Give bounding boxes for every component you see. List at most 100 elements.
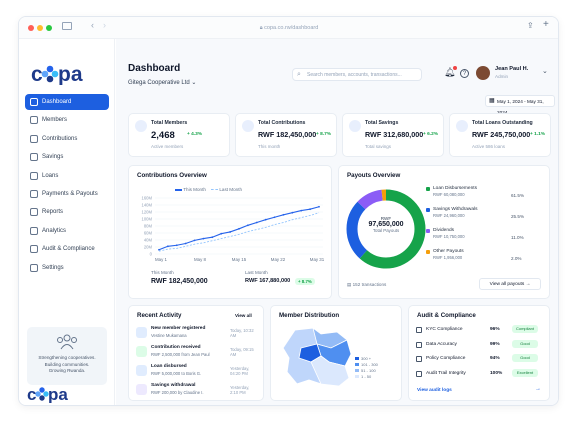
- audit-item[interactable]: Policy Compliance 94% Good: [416, 353, 540, 367]
- coins-icon: [242, 120, 254, 132]
- date-range-picker[interactable]: ▦ May 1, 2024 - May 31, 2024: [485, 95, 555, 115]
- sidebar-item-analytics[interactable]: Analytics: [25, 223, 109, 239]
- sidebar-item-members[interactable]: Members: [25, 112, 109, 128]
- activity-item[interactable]: Savings withdrawal RWF 200,000 by Claudin…: [136, 382, 256, 402]
- avatar[interactable]: [476, 66, 490, 80]
- sidebar-item-savings[interactable]: Savings: [25, 149, 109, 165]
- view-audit-logs-link[interactable]: View audit logs: [417, 388, 452, 393]
- org-selector[interactable]: Gitega Cooperative Ltd ⌄: [128, 79, 196, 86]
- y-tick-label: 60M: [144, 231, 153, 236]
- legend-last-label: Last Month: [219, 187, 243, 192]
- activity-time: Today, 10:32 AM: [230, 328, 254, 338]
- activity-item[interactable]: New member registered Vestine Mukamana Tod…: [136, 325, 256, 345]
- audit-item[interactable]: Data Accuracy 99% Good: [416, 339, 540, 353]
- sidebar-item-reports[interactable]: Reports: [25, 204, 109, 220]
- logo-c: c: [31, 63, 43, 85]
- sidebar-item-payments-payouts[interactable]: Payments & Payouts: [25, 186, 109, 202]
- activity-title: Savings withdrawal: [151, 383, 196, 388]
- maximize-dot[interactable]: [46, 25, 52, 31]
- activity-item[interactable]: Contribution received RWF 2,500,000 from …: [136, 344, 256, 364]
- view-all-payouts-label: View all payouts: [489, 282, 525, 287]
- policy-icon: [416, 356, 422, 362]
- payout-percent: 25.5%: [511, 214, 525, 219]
- activity-view-all-link[interactable]: View all: [235, 313, 252, 318]
- forward-icon[interactable]: ›: [103, 20, 106, 30]
- people-icon: [135, 120, 147, 132]
- sidebar-item-audit-compliance[interactable]: Audit & Compliance: [25, 241, 109, 257]
- stat-card[interactable]: Total Loans Outstanding RWF 245,750,000 + …: [449, 113, 551, 157]
- data-icon: [416, 341, 422, 348]
- payout-name: Dividends: [433, 228, 455, 233]
- promo-line-1: Strengthening cooperatives.: [38, 355, 96, 360]
- payouts-title: Payouts Overview: [347, 172, 401, 179]
- share-icon[interactable]: ⇪: [527, 21, 534, 30]
- audit-item[interactable]: KYC Compliance 96% Compliant: [416, 324, 540, 338]
- stat-card[interactable]: Total Savings RWF 312,680,000 + 6.2% Total …: [342, 113, 444, 157]
- stat-subtitle: Total savings: [365, 144, 392, 149]
- back-icon[interactable]: ‹: [91, 20, 94, 30]
- x-tick-label: May 31: [310, 257, 325, 262]
- payout-amount: RWF 10,750,000: [433, 234, 465, 239]
- address-bar[interactable]: 🔒︎ copa.co.rw/dashboard: [219, 23, 359, 34]
- stat-subtitle: Active members: [151, 144, 184, 149]
- map-legend-label: 101 - 300: [361, 362, 378, 367]
- data-point: [318, 205, 320, 208]
- audit-status-badge: Good: [512, 339, 538, 348]
- sidebar-item-label: Payments & Payouts: [42, 191, 98, 197]
- minimize-dot[interactable]: [37, 25, 43, 31]
- close-dot[interactable]: [28, 25, 34, 31]
- search-input[interactable]: ⌕ Search members, accounts, transactions…: [292, 68, 422, 81]
- sidebar-toggle-icon[interactable]: [62, 22, 72, 30]
- loan-icon: [136, 365, 147, 376]
- data-point: [300, 209, 303, 212]
- user-menu-chevron-icon[interactable]: ⌄: [542, 67, 548, 75]
- stat-card[interactable]: Total Contributions RWF 182,450,000 + 8.7%…: [235, 113, 337, 157]
- transactions-count: ▤ 152 transactions: [347, 282, 386, 288]
- sidebar-item-settings[interactable]: Settings: [25, 260, 109, 276]
- donut-center-sub: Total Payouts: [372, 228, 400, 233]
- payout-name: Loan Disbursements: [433, 186, 477, 191]
- audit-compliance-card: Audit & Compliance KYC Compliance 96% Comp…: [408, 305, 550, 401]
- series-line-last-month: [158, 212, 320, 252]
- data-point: [238, 227, 240, 230]
- activity-item[interactable]: Loan disbursed RWF 5,000,000 to Boris G. Y…: [136, 363, 256, 383]
- new-tab-icon[interactable]: +: [543, 19, 549, 30]
- data-point: [264, 218, 267, 221]
- sidebar-item-contributions[interactable]: Contributions: [25, 131, 109, 147]
- arrow-right-icon[interactable]: →: [535, 386, 541, 392]
- activity-subtitle: RWF 5,000,000 to Boris G.: [151, 371, 202, 376]
- browser-window: ‹ › 🔒︎ copa.co.rw/dashboard ⇪ + c pa Das…: [18, 16, 559, 406]
- y-tick-label: 120M: [142, 210, 153, 215]
- activity-subtitle: RWF 200,000 by Claudine I.: [151, 390, 204, 395]
- activity-time: Today, 09:15 AM: [230, 347, 254, 357]
- activity-title: New member registered: [151, 326, 206, 331]
- view-all-payouts-button[interactable]: View all payouts →: [479, 278, 541, 290]
- sidebar-item-label: Loans: [42, 172, 59, 179]
- rwanda-map[interactable]: [281, 326, 355, 388]
- community-icon: [57, 334, 77, 350]
- user-plus-icon: [136, 327, 147, 338]
- audit-percent: 99%: [490, 341, 500, 347]
- withdraw-icon: [136, 384, 147, 395]
- stat-title: Total Savings: [365, 120, 399, 126]
- sidebar-item-loans[interactable]: Loans: [25, 168, 109, 184]
- legend-swatch: [355, 357, 359, 360]
- copa-logo[interactable]: c pa: [31, 63, 107, 85]
- contributions-card: Contributions Overview This Month Last M…: [128, 165, 332, 299]
- audit-item[interactable]: Audit Trail Integrity 100% Excellent: [416, 368, 540, 382]
- search-placeholder: Search members, accounts, transactions..…: [307, 72, 402, 78]
- data-point: [220, 232, 223, 235]
- help-icon[interactable]: ?: [460, 69, 469, 78]
- sidebar-item-dashboard[interactable]: Dashboard: [25, 94, 109, 110]
- audit-percent: 94%: [490, 356, 500, 361]
- stat-card[interactable]: Total Members 2,468 + 4.3% Active members: [128, 113, 230, 157]
- donut-center: RWF 97,650,000 Total Payouts: [343, 216, 429, 233]
- this-month-value: RWF 182,450,000: [151, 278, 208, 285]
- data-point: [175, 244, 178, 247]
- data-point: [273, 216, 276, 219]
- activity-time: Yesterday, 2:10 PM: [230, 385, 250, 395]
- last-month-value: RWF 167,880,000: [245, 278, 291, 284]
- page-title: Dashboard: [128, 63, 181, 74]
- contributions-title: Contributions Overview: [137, 172, 207, 179]
- payout-legend-item: Other Payouts RWF 1,956,000: [426, 249, 464, 260]
